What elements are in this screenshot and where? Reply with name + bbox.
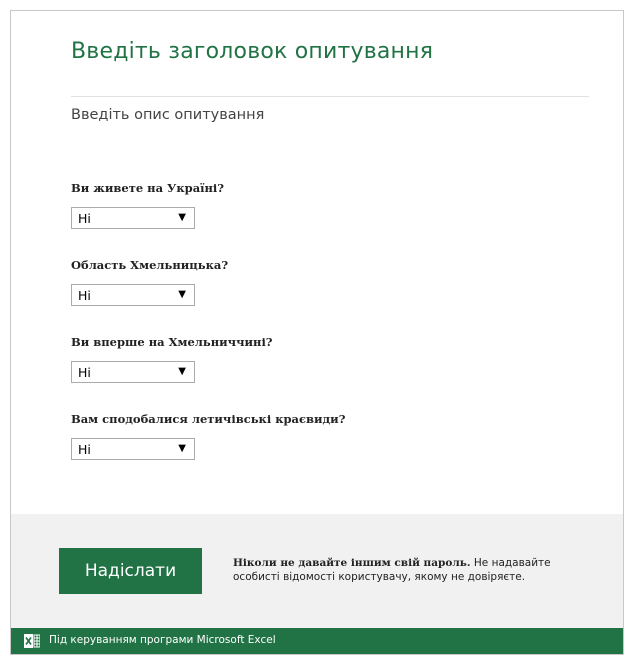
answer-dropdown[interactable]: Ні ▼ [71,284,195,306]
question-label: Ви вперше на Хмельниччині? [71,335,273,349]
answer-dropdown[interactable]: Ні ▼ [71,207,195,229]
submit-button[interactable]: Надіслати [59,548,202,594]
dropdown-arrow-icon: ▼ [178,289,186,300]
question-label: Вам сподобалися летичівські краєвиди? [71,412,346,426]
dropdown-arrow-icon: ▼ [178,212,186,223]
submit-panel: Надіслати Ніколи не давайте іншим свій п… [11,514,623,628]
notice-bold-text: Ніколи не давайте іншим свій пароль. [233,557,471,569]
dropdown-value: Ні [78,211,91,226]
question-label: Ви живете на Україні? [71,181,225,195]
dropdown-arrow-icon: ▼ [178,443,186,454]
question-label: Область Хмельницька? [71,258,229,272]
dropdown-arrow-icon: ▼ [178,366,186,377]
title-divider [71,96,589,97]
dropdown-value: Ні [78,365,91,380]
footer-text: Під керуванням програми Microsoft Excel [49,634,276,646]
footer-bar: Під керуванням програми Microsoft Excel [11,628,623,654]
survey-title[interactable]: Введіть заголовок опитування [71,39,433,64]
excel-icon [24,634,40,648]
dropdown-value: Ні [78,288,91,303]
survey-form: Введіть заголовок опитування Введіть опи… [10,10,624,655]
answer-dropdown[interactable]: Ні ▼ [71,361,195,383]
password-notice: Ніколи не давайте іншим свій пароль. Не … [233,556,593,584]
answer-dropdown[interactable]: Ні ▼ [71,438,195,460]
survey-description[interactable]: Введіть опис опитування [71,107,264,123]
dropdown-value: Ні [78,442,91,457]
